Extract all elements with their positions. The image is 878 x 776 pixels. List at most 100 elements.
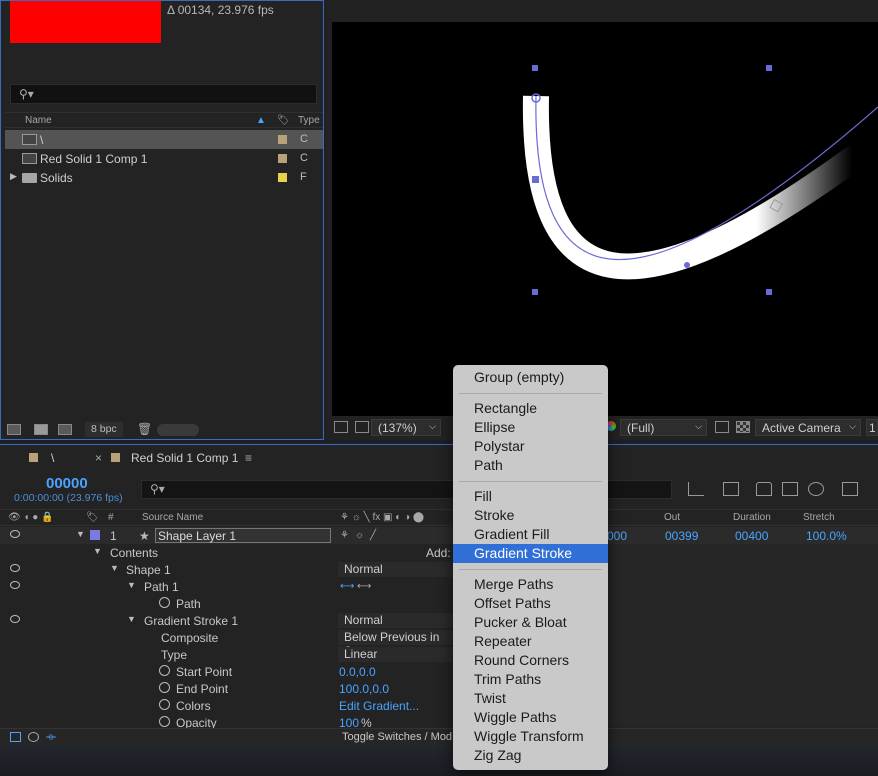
gradient-stroke-row[interactable]: ▼ Gradient Stroke 1 Normal bbox=[0, 612, 878, 629]
eye-icon[interactable] bbox=[10, 564, 20, 572]
stopwatch-icon[interactable] bbox=[159, 699, 170, 710]
shy-layers-icon[interactable] bbox=[756, 482, 772, 496]
shape-group-row[interactable]: ▼ Shape 1 Normal bbox=[0, 561, 878, 578]
eye-icon[interactable] bbox=[10, 530, 20, 538]
path-vertex-handle[interactable] bbox=[684, 262, 690, 268]
label-tag-icon[interactable]: 🏷 bbox=[277, 115, 290, 126]
expand-triangle-icon[interactable]: ▼ bbox=[127, 580, 136, 590]
column-type[interactable]: Type bbox=[298, 115, 320, 126]
menu-item-wiggle-transform[interactable]: Wiggle Transform bbox=[453, 727, 608, 746]
draft-3d-icon[interactable] bbox=[723, 482, 739, 496]
expand-triangle-icon[interactable]: ▼ bbox=[110, 563, 119, 573]
layer-label-color[interactable] bbox=[90, 530, 100, 540]
monitor-icon[interactable] bbox=[355, 421, 369, 433]
composite-dropdown[interactable]: Below Previous in Sa bbox=[338, 630, 453, 658]
menu-item-twist[interactable]: Twist bbox=[453, 689, 608, 708]
shape-layer-preview[interactable] bbox=[332, 22, 878, 416]
path-vertex-handle[interactable] bbox=[532, 176, 539, 183]
current-time-display[interactable]: 00000 bbox=[46, 475, 88, 492]
add-label[interactable]: Add: bbox=[426, 546, 451, 560]
gradient-blend-mode-dropdown[interactable]: Normal bbox=[338, 613, 453, 628]
bounding-box-handle[interactable] bbox=[766, 289, 772, 295]
motion-blur-icon[interactable] bbox=[808, 482, 824, 496]
path-direction-icon[interactable]: ⟷ bbox=[340, 581, 354, 592]
tab-composition[interactable]: \ bbox=[51, 451, 54, 465]
label-color[interactable] bbox=[278, 154, 287, 163]
path-property-row[interactable]: Path bbox=[0, 595, 878, 612]
menu-item-ellipse[interactable]: Ellipse bbox=[453, 418, 608, 437]
composition-flowchart-icon[interactable] bbox=[688, 482, 704, 496]
expand-triangle-icon[interactable]: ▼ bbox=[93, 546, 102, 556]
new-folder-icon[interactable] bbox=[34, 424, 48, 435]
menu-item-fill[interactable]: Fill bbox=[453, 487, 608, 506]
colors-row[interactable]: Colors Edit Gradient... bbox=[0, 697, 878, 714]
menu-item-repeater[interactable]: Repeater bbox=[453, 632, 608, 651]
end-point-value[interactable]: 100.0,0.0 bbox=[339, 682, 389, 696]
frame-blending-icon[interactable] bbox=[782, 482, 798, 496]
quality-slash-icon[interactable]: ╱ bbox=[370, 530, 376, 541]
menu-item-group-empty[interactable]: Group (empty) bbox=[453, 368, 608, 387]
shy-switch-icon[interactable]: ⚘ bbox=[340, 530, 349, 541]
contents-row[interactable]: ▼ Contents Add: bbox=[0, 544, 878, 561]
column-name[interactable]: Name bbox=[25, 115, 52, 126]
menu-item-path[interactable]: Path bbox=[453, 456, 608, 475]
menu-item-merge-paths[interactable]: Merge Paths bbox=[453, 575, 608, 594]
menu-item-zig-zag[interactable]: Zig Zag bbox=[453, 746, 608, 765]
column-duration[interactable]: Duration bbox=[733, 512, 771, 523]
menu-item-gradient-stroke[interactable]: Gradient Stroke bbox=[453, 544, 608, 563]
layer-in-point[interactable]: 000 bbox=[607, 529, 627, 543]
in-out-pane-icon[interactable]: ⟛ bbox=[46, 731, 56, 744]
trash-icon[interactable]: 🗑 bbox=[137, 422, 152, 436]
graph-editor-icon[interactable] bbox=[842, 482, 858, 496]
project-item[interactable]: \ C bbox=[5, 130, 323, 149]
project-scrollbar[interactable] bbox=[157, 424, 199, 436]
layer-stretch[interactable]: 100.0% bbox=[806, 529, 847, 543]
end-point-row[interactable]: End Point 100.0,0.0 bbox=[0, 680, 878, 697]
label-color[interactable] bbox=[278, 135, 287, 144]
gradient-type-dropdown[interactable]: Linear bbox=[338, 647, 453, 662]
menu-item-round-corners[interactable]: Round Corners bbox=[453, 651, 608, 670]
project-item[interactable]: ▶ Solids F bbox=[5, 168, 323, 187]
bounding-box-handle[interactable] bbox=[766, 65, 772, 71]
expand-triangle-icon[interactable]: ▶ bbox=[10, 171, 17, 182]
bounding-box-handle[interactable] bbox=[532, 289, 538, 295]
menu-item-rectangle[interactable]: Rectangle bbox=[453, 399, 608, 418]
stopwatch-icon[interactable] bbox=[159, 682, 170, 693]
stopwatch-icon[interactable] bbox=[159, 665, 170, 676]
new-composition-icon[interactable] bbox=[58, 424, 72, 435]
layer-duration[interactable]: 00400 bbox=[735, 529, 768, 543]
always-preview-icon[interactable] bbox=[334, 421, 348, 433]
bounding-box-handle[interactable] bbox=[532, 65, 538, 71]
layer-name-field[interactable]: Shape Layer 1 bbox=[155, 528, 331, 543]
start-point-row[interactable]: Start Point 0.0,0.0 bbox=[0, 663, 878, 680]
views-dropdown[interactable]: 1 bbox=[866, 419, 878, 436]
region-of-interest-icon[interactable] bbox=[715, 421, 729, 433]
stopwatch-icon[interactable] bbox=[159, 597, 170, 608]
expand-triangle-icon[interactable]: ▼ bbox=[76, 529, 85, 539]
quality-switch-icon[interactable]: ☼ bbox=[355, 530, 364, 541]
menu-item-offset-paths[interactable]: Offset Paths bbox=[453, 594, 608, 613]
sort-arrow-icon[interactable]: ▲ bbox=[256, 115, 266, 126]
resolution-dropdown[interactable]: (Full) ⌵ bbox=[620, 419, 707, 436]
eye-icon[interactable] bbox=[10, 615, 20, 623]
column-out[interactable]: Out bbox=[664, 512, 680, 523]
label-color[interactable] bbox=[278, 173, 287, 182]
close-icon[interactable]: × bbox=[95, 451, 102, 465]
composite-row[interactable]: Composite Below Previous in Sa bbox=[0, 629, 878, 658]
column-stretch[interactable]: Stretch bbox=[803, 512, 835, 523]
tab-menu-icon[interactable]: ≡ bbox=[245, 451, 252, 465]
camera-dropdown[interactable]: Active Camera ⌵ bbox=[755, 419, 861, 436]
layer-out-point[interactable]: 00399 bbox=[665, 529, 698, 543]
eye-icon[interactable] bbox=[10, 581, 20, 589]
menu-item-polystar[interactable]: Polystar bbox=[453, 437, 608, 456]
shape-blend-mode-dropdown[interactable]: Normal bbox=[338, 562, 453, 577]
interpret-footage-icon[interactable] bbox=[7, 424, 21, 435]
layer-switches-pane-icon[interactable] bbox=[10, 732, 21, 742]
menu-item-wiggle-paths[interactable]: Wiggle Paths bbox=[453, 708, 608, 727]
stopwatch-icon[interactable] bbox=[159, 716, 170, 727]
type-row[interactable]: Type Linear bbox=[0, 646, 878, 663]
start-point-value[interactable]: 0.0,0.0 bbox=[339, 665, 376, 679]
project-item[interactable]: Red Solid 1 Comp 1 C bbox=[5, 149, 323, 168]
zoom-dropdown[interactable]: (137%) ⌵ bbox=[371, 419, 441, 436]
menu-item-stroke[interactable]: Stroke bbox=[453, 506, 608, 525]
